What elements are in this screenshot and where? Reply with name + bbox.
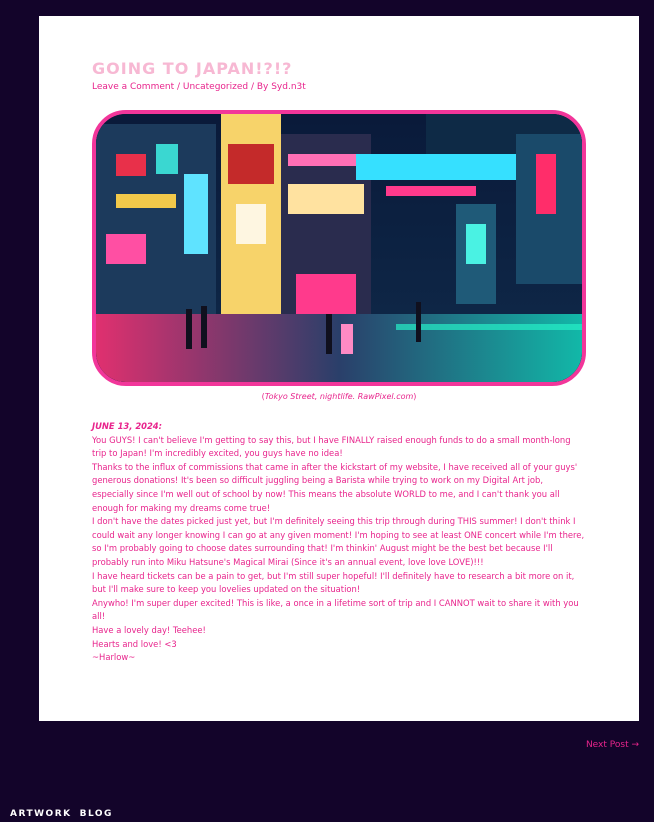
post-meta: Leave a Comment / Uncategorized / By Syd… xyxy=(92,82,306,92)
meta-separator: / xyxy=(174,82,183,92)
footer-nav-item-partial[interactable]: S xyxy=(0,809,2,819)
caption-close-paren: ) xyxy=(413,392,417,401)
caption-text: Tokyo Street, nightlife. RawPixel.com xyxy=(264,392,414,401)
tokyo-street-photo xyxy=(96,114,582,382)
footer-nav: S ARTWORK BLOG xyxy=(0,809,121,819)
post-date: JUNE 13, 2024: xyxy=(92,421,162,431)
post-paragraph: You GUYS! I can't believe I'm getting to… xyxy=(92,434,571,459)
post-card: GOING TO JAPAN!?!? Leave a Comment / Unc… xyxy=(39,16,639,721)
next-post-link[interactable]: Next Post → xyxy=(586,740,639,750)
post-signature: ~Harlow~ xyxy=(92,652,136,663)
post-body: JUNE 13, 2024: You GUYS! I can't believe… xyxy=(92,420,586,665)
post-paragraph: Anywho! I'm super duper excited! This is… xyxy=(92,597,579,622)
footer-nav-item-blog[interactable]: BLOG xyxy=(80,809,113,819)
post-title: GOING TO JAPAN!?!? xyxy=(92,59,293,78)
post-paragraph: I don't have the dates picked just yet, … xyxy=(92,516,585,567)
image-caption: (Tokyo Street, nightlife. RawPixel.com) xyxy=(92,392,586,401)
post-paragraph: Hearts and love! <3 xyxy=(92,638,177,649)
post-paragraph: I have heard tickets can be a pain to ge… xyxy=(92,570,575,595)
featured-image xyxy=(92,110,586,386)
leave-comment-link[interactable]: Leave a Comment xyxy=(92,82,174,92)
post-paragraph: Have a lovely day! Teehee! xyxy=(92,624,206,635)
post-paragraph: Thanks to the influx of commissions that… xyxy=(92,461,578,513)
author-link[interactable]: Syd.n3t xyxy=(271,82,306,92)
footer-nav-item-artwork[interactable]: ARTWORK xyxy=(10,809,72,819)
category-link[interactable]: Uncategorized xyxy=(183,82,248,92)
meta-separator-by: / By xyxy=(248,82,272,92)
